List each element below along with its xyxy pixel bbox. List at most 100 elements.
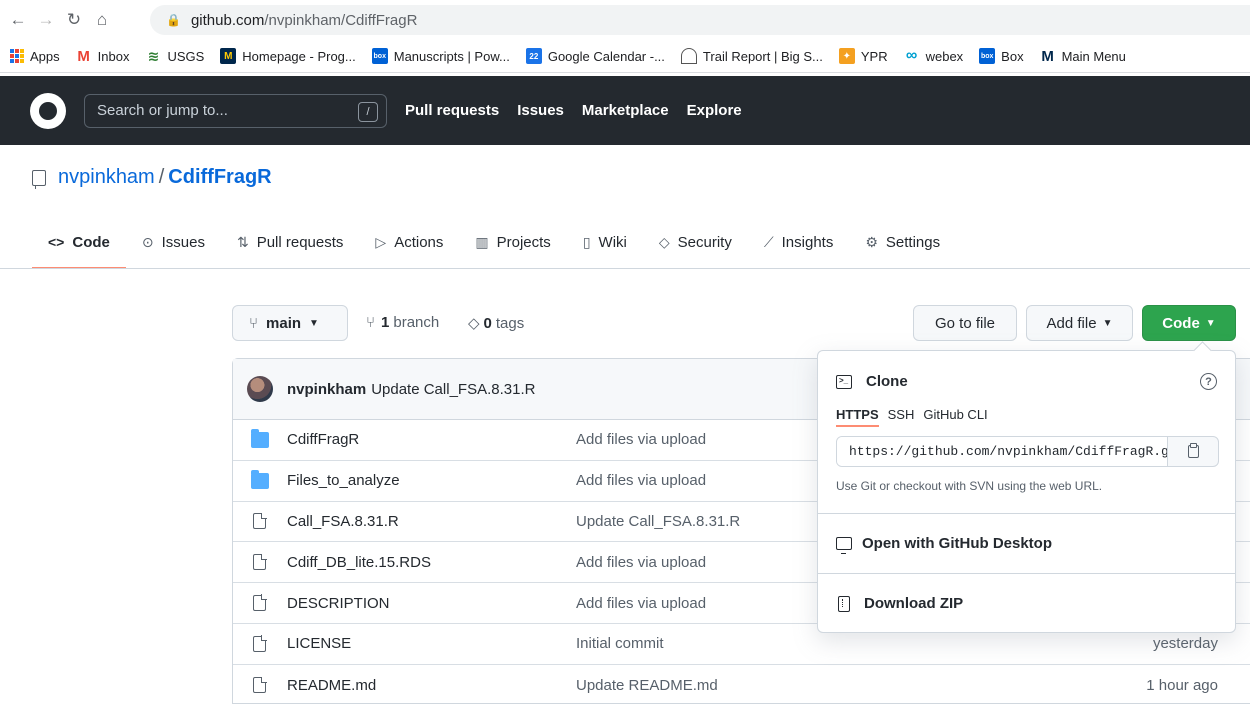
actions-play-icon: ▷ — [375, 233, 387, 250]
repo-separator: / — [158, 166, 165, 188]
shield-icon: ◇ — [658, 233, 670, 250]
nav-pull-requests[interactable]: Pull requests — [405, 102, 499, 119]
clone-url-input[interactable] — [837, 437, 1168, 466]
bookmark-label: Apps — [30, 48, 60, 64]
commit-date: 1 hour ago — [1146, 676, 1218, 694]
code-button[interactable]: Code ▼ — [1142, 305, 1236, 341]
clone-dropdown: >_ Clone ? HTTPS SSH GitHub CLI Use Git … — [817, 350, 1236, 633]
search-box[interactable]: / — [84, 93, 387, 128]
file-name-link[interactable]: CdiffFragR — [287, 431, 359, 448]
bookmark-homepage[interactable]: M Homepage - Prog... — [220, 48, 356, 64]
file-icon — [253, 635, 267, 652]
bookmark-main-menu[interactable]: M Main Menu — [1040, 48, 1126, 65]
tab-settings[interactable]: ⚙ Settings — [849, 222, 956, 262]
clone-url-group — [836, 436, 1219, 467]
question-circle-icon[interactable]: ? — [1200, 373, 1217, 390]
bookmark-trail-report[interactable]: Trail Report | Big S... — [680, 48, 823, 64]
tab-pull-requests[interactable]: ⇅ Pull requests — [221, 222, 359, 262]
repo-name-link[interactable]: CdiffFragR — [168, 166, 271, 189]
box-icon: box — [371, 48, 388, 64]
tab-label: Settings — [885, 233, 941, 251]
bookmark-apps[interactable]: Apps — [10, 49, 60, 64]
nav-explore[interactable]: Explore — [687, 102, 742, 119]
tags-link[interactable]: ◇ 0 tags — [468, 314, 524, 333]
repo-icon — [32, 169, 46, 189]
tab-github-cli[interactable]: GitHub CLI — [923, 407, 987, 427]
branch-select-button[interactable]: ⑂ main ▼ — [232, 305, 348, 341]
tag-icon: ◇ — [468, 315, 480, 332]
tab-security[interactable]: ◇ Security — [643, 222, 748, 262]
apps-grid-icon — [10, 49, 24, 63]
bookmark-label: Google Calendar -... — [547, 48, 665, 64]
commit-message-link[interactable]: Initial commit — [576, 635, 664, 652]
commit-message-link[interactable]: Add files via upload — [576, 595, 706, 612]
bookmark-manuscripts[interactable]: box Manuscripts | Pow... — [371, 48, 510, 64]
file-name-link[interactable]: LICENSE — [287, 635, 351, 652]
search-input[interactable] — [97, 102, 347, 119]
bookmark-webex[interactable]: ∞ webex — [904, 47, 964, 64]
tab-issues[interactable]: ⊙ Issues — [126, 222, 221, 262]
branch-icon: ⑂ — [249, 314, 259, 332]
commit-author-link[interactable]: nvpinkham — [287, 381, 366, 398]
tab-https[interactable]: HTTPS — [836, 407, 879, 427]
commit-message-link[interactable]: Add files via upload — [576, 431, 706, 448]
tab-code[interactable]: <> Code — [32, 222, 126, 269]
repo-owner-link[interactable]: nvpinkham — [58, 166, 155, 189]
table-row: README.md Update README.md 1 hour ago — [233, 665, 1250, 704]
add-file-label: Add file — [1046, 314, 1097, 332]
tab-label: Code — [72, 233, 110, 251]
commit-message-link[interactable]: Update README.md — [576, 677, 718, 694]
gmail-icon: M — [77, 47, 90, 65]
tab-wiki[interactable]: ▯ Wiki — [567, 222, 643, 262]
file-name-link[interactable]: Call_FSA.8.31.R — [287, 513, 399, 530]
download-zip-label: Download ZIP — [864, 595, 964, 612]
forward-arrow-icon[interactable]: → — [32, 6, 60, 34]
tab-projects[interactable]: ▥ Projects — [459, 222, 566, 262]
file-name-link[interactable]: DESCRIPTION — [287, 595, 390, 612]
bookmark-label: Inbox — [97, 48, 130, 64]
github-logo-icon[interactable] — [30, 92, 66, 129]
clipboard-icon — [1187, 442, 1199, 458]
download-zip-item[interactable]: Download ZIP — [836, 595, 963, 612]
issue-icon: ⊙ — [141, 233, 154, 250]
reload-icon[interactable]: ↻ — [60, 6, 88, 34]
file-name-link[interactable]: Files_to_analyze — [287, 472, 400, 489]
tab-label: Pull requests — [256, 233, 344, 251]
go-to-file-button[interactable]: Go to file — [913, 305, 1017, 341]
commit-message-link[interactable]: Update Call_FSA.8.31.R — [371, 381, 535, 398]
file-name-link[interactable]: Cdiff_DB_lite.15.RDS — [287, 554, 431, 571]
back-arrow-icon[interactable]: ← — [4, 6, 32, 34]
commit-message-link[interactable]: Add files via upload — [576, 554, 706, 571]
tag-count: 0 — [483, 314, 492, 332]
bookmark-box[interactable]: box Box — [979, 48, 1024, 64]
tab-actions[interactable]: ▷ Actions — [359, 222, 459, 262]
nav-issues[interactable]: Issues — [517, 102, 564, 119]
bookmark-inbox[interactable]: M Inbox — [76, 47, 130, 65]
copy-url-button[interactable] — [1168, 437, 1218, 466]
tab-label: Actions — [394, 233, 444, 251]
commit-message-link[interactable]: Add files via upload — [576, 472, 706, 489]
avatar[interactable] — [247, 376, 273, 402]
address-bar[interactable]: 🔒 github.com/nvpinkham/CdiffFragR — [150, 5, 1250, 35]
home-icon[interactable]: ⌂ — [88, 6, 116, 34]
bookmark-label: YPR — [860, 48, 888, 64]
box-icon: box — [979, 48, 996, 64]
bookmark-usgs[interactable]: ≋ USGS — [145, 48, 205, 64]
bookmark-google-calendar[interactable]: 22 Google Calendar -... — [525, 48, 665, 64]
tab-label: Insights — [781, 233, 834, 251]
add-file-button[interactable]: Add file ▼ — [1026, 305, 1133, 341]
bookmark-label: webex — [925, 48, 964, 64]
tab-insights[interactable]: ⟋ Insights — [748, 222, 850, 262]
branches-link[interactable]: ⑂ 1 branch — [366, 314, 439, 331]
nav-marketplace[interactable]: Marketplace — [582, 102, 669, 119]
file-zip-icon — [838, 595, 850, 612]
bookmark-ypr[interactable]: ✦ YPR — [838, 48, 888, 64]
commit-message-link[interactable]: Update Call_FSA.8.31.R — [576, 513, 740, 530]
open-github-desktop-item[interactable]: Open with GitHub Desktop — [836, 535, 1052, 554]
branch-word: branch — [393, 314, 440, 331]
tab-ssh[interactable]: SSH — [888, 407, 915, 427]
global-nav: Pull requests Issues Marketplace Explore — [405, 102, 760, 119]
folder-icon — [251, 469, 269, 489]
file-name-link[interactable]: README.md — [287, 677, 376, 694]
caret-down-icon: ▼ — [309, 317, 319, 329]
